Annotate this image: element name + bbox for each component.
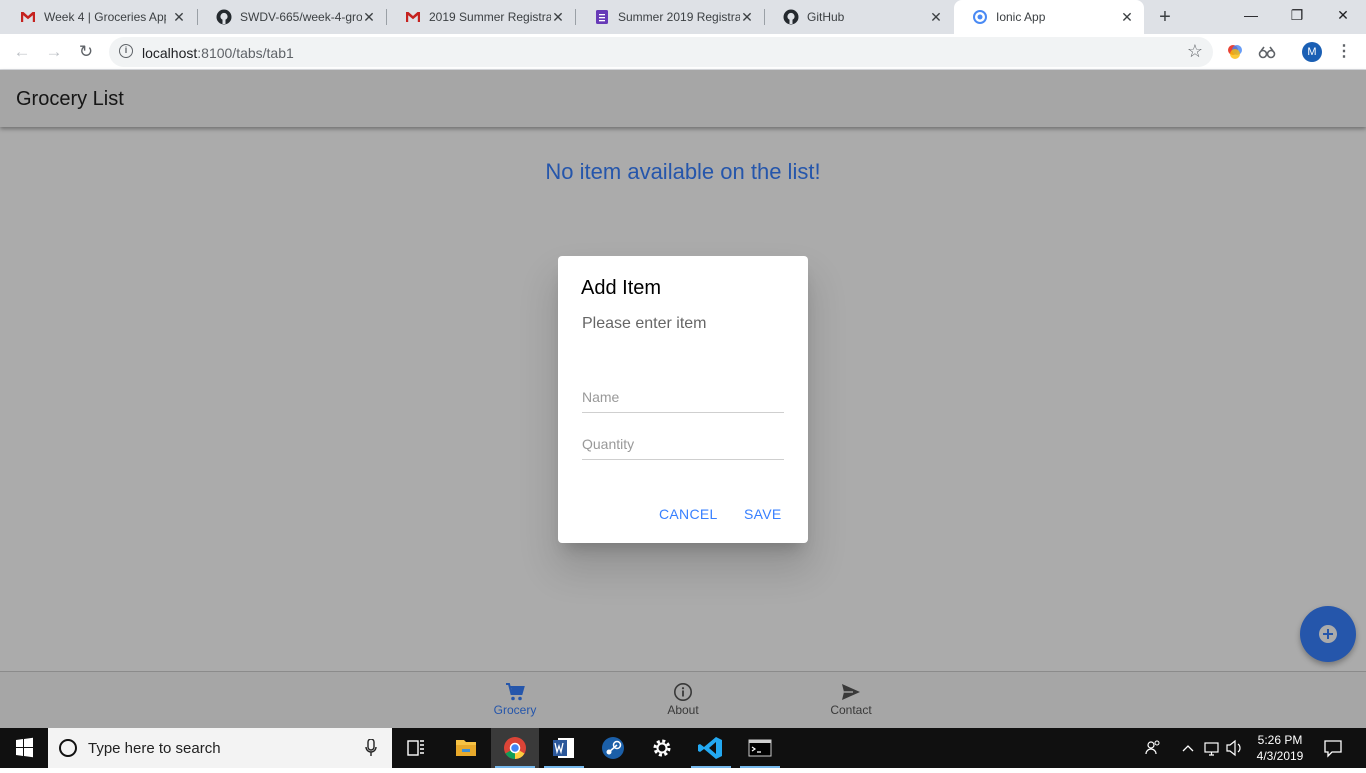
task-view-icon[interactable] [392,728,440,768]
chrome-taskbar-icon[interactable] [491,728,539,768]
google-forms-icon [596,10,608,24]
tab-title: SWDV-665/week-4-groceries [240,10,362,24]
taskbar-search[interactable]: Type here to search [48,728,392,768]
ionic-icon [973,10,987,24]
back-icon[interactable]: ← [10,40,34,64]
profile-avatar[interactable]: M [1302,42,1322,62]
browser-toolbar: ← → ↻ i localhost:8100/tabs/tab1 ☆ M ⋮ [0,34,1366,70]
clock-date: 4/3/2019 [1256,749,1304,763]
address-bar[interactable]: i localhost:8100/tabs/tab1 ☆ [109,37,1213,67]
dialog-title: Add Item [581,277,662,299]
maximize-button[interactable]: ❐ [1274,0,1320,30]
browser-tab-summer-form[interactable]: Summer 2019 Registration ✕ [576,0,764,34]
action-center-icon[interactable] [1322,728,1344,768]
tab-title: Ionic App [996,10,1046,24]
reload-icon[interactable]: ↻ [74,40,98,64]
show-hidden-icons-icon[interactable] [1180,728,1196,768]
system-clock[interactable]: 5:26 PM 4/3/2019 [1248,732,1312,764]
url-host: localhost [142,45,198,61]
github-icon [216,9,232,25]
new-tab-button[interactable]: + [1155,7,1175,27]
chrome-menu-icon[interactable]: ⋮ [1336,42,1352,62]
github-icon [783,9,799,25]
windows-taskbar: Type here to search 5:26 PM 4/3/2019 [0,728,1366,768]
name-input[interactable] [582,381,784,413]
cortana-icon [59,739,77,757]
network-icon[interactable] [1203,728,1223,768]
settings-gear-icon[interactable] [638,728,686,768]
volume-icon[interactable] [1225,728,1245,768]
steam-icon[interactable] [589,728,637,768]
close-tab-icon[interactable]: ✕ [172,10,186,24]
browser-tab-week4[interactable]: Week 4 | Groceries App ✕ [2,0,196,34]
browser-tab-summer-reg[interactable]: 2019 Summer Registration ✕ [387,0,575,34]
url-path: :8100/tabs/tab1 [197,45,294,61]
word-icon[interactable] [540,728,588,768]
browser-tab-strip: Week 4 | Groceries App ✕ SWDV-665/week-4… [0,0,1366,34]
ionic-app: Grocery List No item available on the li… [0,70,1366,728]
vscode-icon[interactable] [687,728,735,768]
add-item-dialog: Add Item Please enter item CANCEL SAVE [558,256,808,543]
clock-time: 5:26 PM [1257,733,1303,747]
dialog-message: Please enter item [582,315,707,332]
minimize-button[interactable]: — [1228,0,1274,30]
tab-title: 2019 Summer Registration [429,10,551,24]
url-text[interactable]: localhost:8100/tabs/tab1 [142,45,294,61]
bookmark-star-icon[interactable]: ☆ [1187,41,1203,62]
tab-title: Summer 2019 Registration [618,10,740,24]
browser-tab-github[interactable]: GitHub ✕ [765,0,953,34]
terminal-icon[interactable] [736,728,784,768]
extension-glasses-icon[interactable] [1257,42,1277,62]
forward-icon[interactable]: → [42,40,66,64]
close-tab-icon[interactable]: ✕ [740,10,754,24]
close-tab-icon[interactable]: ✕ [1120,10,1134,24]
site-info-icon[interactable]: i [119,44,133,58]
tab-title: Week 4 | Groceries App [44,10,166,24]
windows-start-icon[interactable] [0,728,48,768]
browser-tab-ionic[interactable]: Ionic App ✕ [954,0,1144,34]
close-window-button[interactable]: ✕ [1320,0,1366,30]
browser-tab-swdv[interactable]: SWDV-665/week-4-groceries ✕ [198,0,386,34]
file-explorer-icon[interactable] [442,728,490,768]
cancel-button[interactable]: CANCEL [659,506,718,522]
close-tab-icon[interactable]: ✕ [551,10,565,24]
tab-title: GitHub [807,10,845,24]
search-placeholder: Type here to search [88,740,221,757]
quantity-input[interactable] [582,428,784,460]
gmail-icon [406,12,420,22]
people-icon[interactable] [1143,728,1163,768]
close-tab-icon[interactable]: ✕ [929,10,943,24]
gmail-icon [21,12,35,22]
close-tab-icon[interactable]: ✕ [362,10,376,24]
extension-color-icon[interactable] [1225,42,1245,62]
microphone-icon[interactable] [365,739,377,757]
save-button[interactable]: SAVE [744,506,782,522]
